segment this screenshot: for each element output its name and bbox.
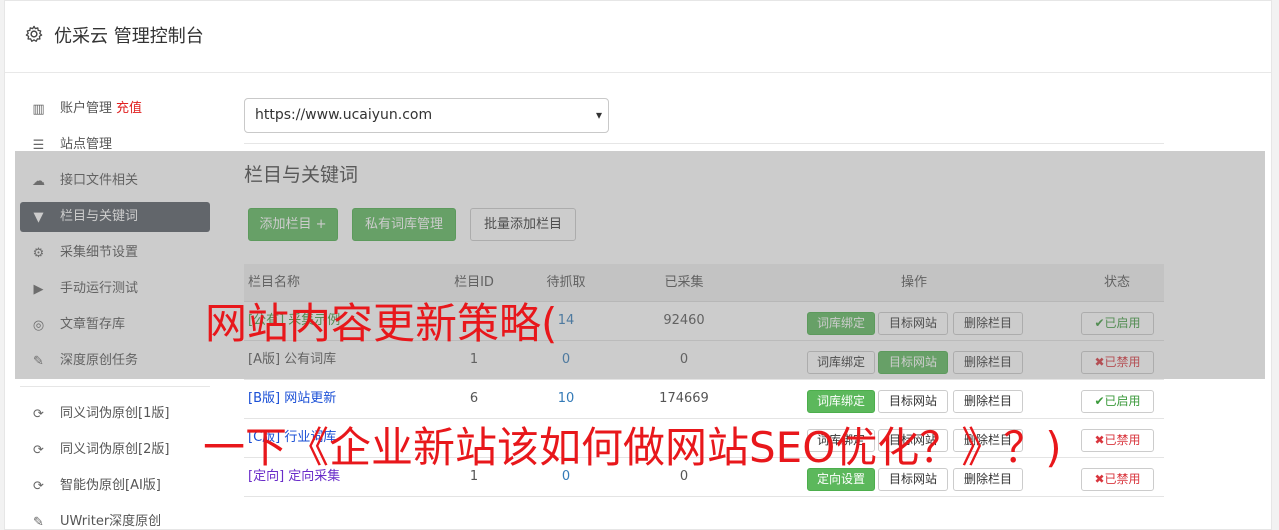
sidebar-item-label: 智能伪原创[AI版] xyxy=(60,478,161,493)
site-select[interactable]: https://www.ucaiyun.com ▾ xyxy=(244,98,609,133)
bind-lib-button[interactable]: 词库绑定 xyxy=(807,390,875,413)
watermark-line-1: 网站内容更新策略( xyxy=(205,299,558,348)
row-pending[interactable]: 10 xyxy=(541,380,591,418)
target-site-button[interactable]: 目标网站 xyxy=(878,390,948,413)
refresh-icon: ⟳ xyxy=(33,407,44,422)
sidebar-item-synonym-v2[interactable]: ⟳ 同义词伪原创[2版] xyxy=(20,435,210,465)
row-collected: 174669 xyxy=(659,391,709,406)
divider xyxy=(244,143,1164,144)
site-select-value: https://www.ucaiyun.com xyxy=(255,107,433,123)
sidebar-item-label: 站点管理 xyxy=(60,137,113,152)
sidebar-item-label: 账户管理 xyxy=(60,101,113,116)
sidebar-item-ai-rewrite[interactable]: ⟳ 智能伪原创[AI版] xyxy=(20,471,210,501)
close-icon: ✖ xyxy=(1094,433,1105,447)
page-title: 优采云 管理控制台 xyxy=(54,26,204,47)
sidebar-item-uwriter[interactable]: ✎ UWriter深度原创 xyxy=(20,507,210,530)
refresh-icon: ⟳ xyxy=(33,443,44,458)
gear-icon xyxy=(25,25,43,42)
bar-chart-icon: ▥ xyxy=(32,102,45,117)
sidebar-item-label: UWriter深度原创 xyxy=(60,514,162,529)
row-id: 6 xyxy=(469,391,479,406)
refresh-icon: ⟳ xyxy=(33,479,44,494)
chevron-down-icon: ▾ xyxy=(595,108,602,122)
row-name[interactable]: [B版] 网站更新 xyxy=(248,380,336,418)
recharge-link[interactable]: 充值 xyxy=(116,101,142,116)
sidebar-item-label: 同义词伪原创[1版] xyxy=(60,406,170,421)
watermark-line-2: 一下《企业新站该如何做网站SEO优化？》？) xyxy=(203,423,1062,472)
status-label: 已启用 xyxy=(1104,394,1141,408)
gray-overlay xyxy=(15,151,1265,379)
check-icon: ✔ xyxy=(1094,394,1105,408)
delete-column-button[interactable]: 删除栏目 xyxy=(953,390,1023,413)
sidebar-item-synonym-v1[interactable]: ⟳ 同义词伪原创[1版] xyxy=(20,399,210,429)
status-toggle[interactable]: ✖已禁用 xyxy=(1081,468,1154,491)
sidebar-item-account[interactable]: ▥ 账户管理 充值 xyxy=(20,94,210,124)
sidebar-divider xyxy=(20,386,210,387)
status-label: 已禁用 xyxy=(1104,433,1141,447)
edit-icon: ✎ xyxy=(33,515,44,530)
status-toggle[interactable]: ✔已启用 xyxy=(1081,390,1154,413)
status-toggle[interactable]: ✖已禁用 xyxy=(1081,429,1154,452)
close-icon: ✖ xyxy=(1094,472,1105,486)
sidebar-item-label: 同义词伪原创[2版] xyxy=(60,442,170,457)
header: 优采云 管理控制台 xyxy=(5,1,1271,73)
status-label: 已禁用 xyxy=(1104,472,1141,486)
